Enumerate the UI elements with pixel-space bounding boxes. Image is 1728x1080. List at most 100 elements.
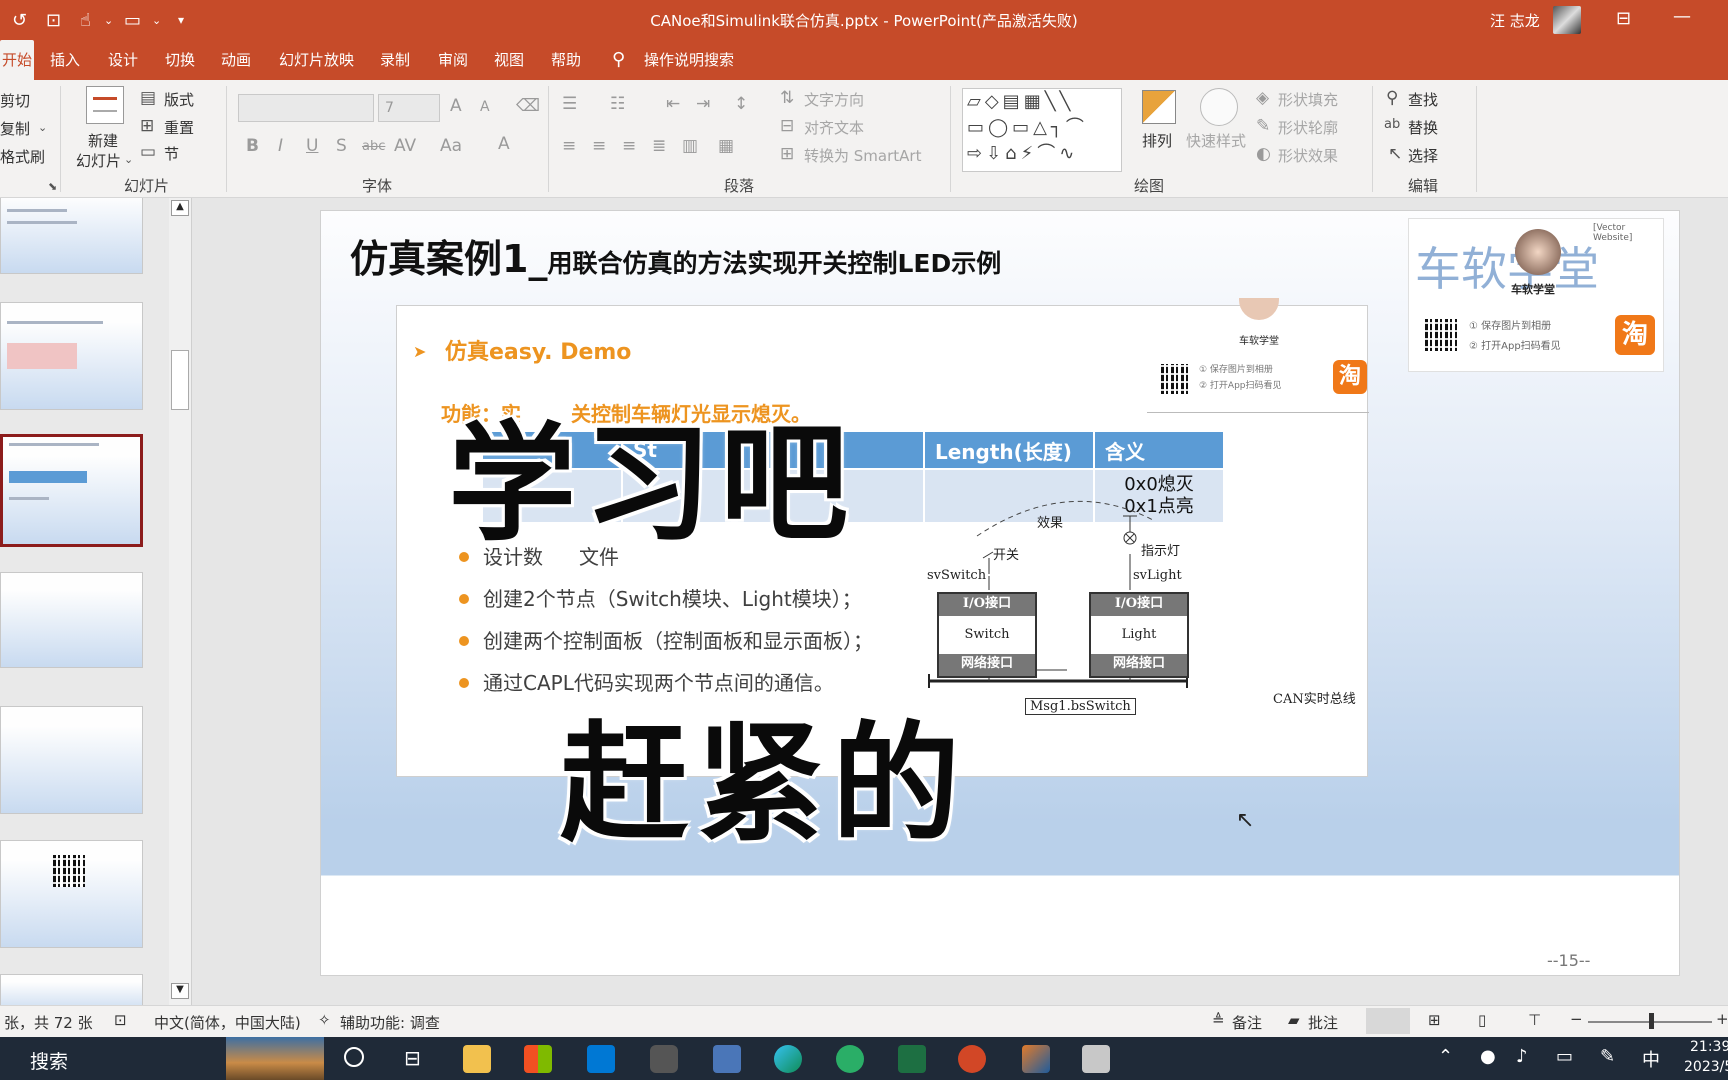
- dialog-launcher-icon[interactable]: ⬊: [48, 181, 57, 192]
- thumbnail-scrollbar[interactable]: ▲ ▼: [169, 198, 191, 1005]
- slide-thumbnail[interactable]: [0, 198, 143, 274]
- bullets-icon[interactable]: ☰: [562, 96, 577, 113]
- battery-icon[interactable]: ▭: [1556, 1046, 1573, 1067]
- increase-indent-icon[interactable]: ⇥: [696, 96, 710, 113]
- strikethrough-icon[interactable]: abc: [362, 140, 385, 153]
- microphone-icon[interactable]: ●: [1480, 1046, 1496, 1067]
- cortana-icon[interactable]: [344, 1047, 364, 1067]
- avatar[interactable]: [1553, 6, 1581, 34]
- align-text-button[interactable]: 对齐文本: [804, 117, 864, 138]
- shrink-font-icon[interactable]: A: [480, 100, 490, 114]
- replace-button[interactable]: 替换: [1408, 117, 1438, 138]
- notes-button[interactable]: 备注: [1232, 1012, 1262, 1033]
- tab-help[interactable]: 帮助: [549, 40, 583, 80]
- smartart-icon[interactable]: ⊞: [780, 146, 794, 163]
- shadow-icon[interactable]: S: [336, 138, 347, 155]
- shape-effects-icon[interactable]: ◐: [1256, 146, 1271, 163]
- chevron-up-icon[interactable]: ⌃: [1438, 1046, 1453, 1067]
- align-right-icon[interactable]: ≡: [622, 138, 636, 155]
- tab-slideshow[interactable]: 幻灯片放映: [277, 40, 356, 80]
- italic-icon[interactable]: I: [278, 138, 283, 155]
- tab-home[interactable]: 开始: [0, 40, 34, 80]
- columns-icon[interactable]: ▦: [718, 138, 734, 155]
- tab-animations[interactable]: 动画: [219, 40, 253, 80]
- accessibility-icon[interactable]: ✧: [318, 1011, 331, 1029]
- reading-view-icon[interactable]: ▯: [1478, 1011, 1486, 1029]
- reset-button[interactable]: 重置: [164, 117, 194, 138]
- ime-indicator[interactable]: 中: [1642, 1046, 1660, 1072]
- new-slide-button[interactable]: 新建: [88, 130, 118, 151]
- search-icon[interactable]: ⚲: [1386, 90, 1398, 107]
- normal-view-icon[interactable]: [1366, 1008, 1410, 1034]
- tell-me-search[interactable]: 操作说明搜索: [642, 40, 736, 80]
- slide-thumbnail[interactable]: [0, 840, 143, 948]
- justify-icon[interactable]: ≣: [652, 138, 666, 155]
- replace-icon[interactable]: ab: [1384, 118, 1400, 131]
- align-text-icon[interactable]: ⊟: [780, 118, 794, 135]
- slide-count[interactable]: 张，共 72 张: [4, 1012, 93, 1033]
- decrease-indent-icon[interactable]: ⇤: [666, 96, 680, 113]
- slide-sorter-icon[interactable]: ⊞: [1428, 1011, 1441, 1029]
- copy-button[interactable]: 复制: [0, 118, 30, 139]
- line-spacing-icon[interactable]: ↕: [734, 96, 748, 113]
- canoe-icon[interactable]: [1082, 1045, 1110, 1073]
- clear-format-icon[interactable]: ⌫: [516, 98, 540, 115]
- section-button[interactable]: 节: [164, 143, 179, 164]
- slide-thumbnail-pane[interactable]: [0, 198, 192, 1005]
- underline-icon[interactable]: U: [306, 138, 318, 155]
- layout-button[interactable]: 版式: [164, 89, 194, 110]
- slide-thumbnail-selected[interactable]: [0, 434, 143, 547]
- numbering-icon[interactable]: ☷: [610, 96, 625, 113]
- shape-fill-icon[interactable]: ◈: [1256, 90, 1269, 107]
- font-color-icon[interactable]: A: [498, 136, 510, 153]
- clock-time[interactable]: 21:39: [1690, 1039, 1728, 1055]
- change-case-icon[interactable]: Aa: [440, 138, 462, 155]
- shape-fill-button[interactable]: 形状填充: [1278, 89, 1338, 110]
- file-explorer-icon[interactable]: [463, 1045, 491, 1073]
- tab-review[interactable]: 审阅: [436, 40, 470, 80]
- excel-icon[interactable]: [898, 1045, 926, 1073]
- tab-view[interactable]: 视图: [492, 40, 526, 80]
- ribbon-display-icon[interactable]: ⊟: [1616, 8, 1631, 29]
- quick-styles-button[interactable]: 快速样式: [1186, 130, 1246, 151]
- mail-icon[interactable]: [587, 1045, 615, 1073]
- minimize-icon[interactable]: —: [1673, 6, 1691, 27]
- distributed-icon[interactable]: ▥: [682, 138, 698, 155]
- slide-thumbnail[interactable]: [0, 706, 143, 814]
- slide-title[interactable]: 仿真案例1_用联合仿真的方法实现开关控制LED示例: [350, 228, 1001, 283]
- grow-font-icon[interactable]: A: [450, 98, 462, 115]
- slide-thumbnail[interactable]: [0, 572, 143, 668]
- clock-date[interactable]: 2023/5: [1684, 1059, 1728, 1075]
- quick-styles-icon[interactable]: [1200, 88, 1238, 126]
- align-center-icon[interactable]: ≡: [592, 138, 606, 155]
- edge-icon[interactable]: [774, 1045, 802, 1073]
- calculator-icon[interactable]: [713, 1045, 741, 1073]
- text-direction-icon[interactable]: ⇅: [780, 90, 794, 107]
- scroll-down-icon[interactable]: ▼: [171, 983, 189, 999]
- text-direction-button[interactable]: 文字方向: [804, 89, 864, 110]
- store-icon[interactable]: [524, 1045, 552, 1073]
- slide-thumbnail[interactable]: [0, 974, 143, 1005]
- taskbar-search[interactable]: 搜索: [30, 1047, 68, 1074]
- shape-effects-button[interactable]: 形状效果: [1278, 145, 1338, 166]
- shapes-gallery[interactable]: ▱◇▤▦╲╲ ▭◯▭△┐⌒ ⇨⇩⌂⚡⌒∿: [962, 88, 1122, 172]
- select-button[interactable]: 选择: [1408, 145, 1438, 166]
- shape-outline-button[interactable]: 形状轮廓: [1278, 117, 1338, 138]
- volume-icon[interactable]: ♪: [1516, 1046, 1528, 1067]
- font-size-combo[interactable]: 7: [378, 94, 440, 122]
- new-slide-button-label[interactable]: 幻灯片: [76, 150, 121, 171]
- arrange-button[interactable]: 排列: [1142, 130, 1172, 151]
- tab-record[interactable]: 录制: [378, 40, 412, 80]
- font-name-combo[interactable]: [238, 94, 374, 122]
- convert-smartart-button[interactable]: 转换为 SmartArt: [804, 145, 921, 166]
- chevron-down-icon[interactable]: ⌄: [38, 122, 47, 133]
- comments-button[interactable]: 批注: [1308, 1012, 1338, 1033]
- matlab-icon[interactable]: [1022, 1045, 1050, 1073]
- powerpoint-icon[interactable]: [958, 1045, 986, 1073]
- arrange-icon[interactable]: [1142, 90, 1176, 124]
- cursor-icon[interactable]: ↖: [1388, 146, 1402, 163]
- cut-button[interactable]: 剪切: [0, 90, 30, 111]
- align-left-icon[interactable]: ≡: [562, 138, 576, 155]
- chevron-down-icon[interactable]: ⌄: [124, 154, 133, 165]
- shape-outline-icon[interactable]: ✎: [1256, 118, 1270, 135]
